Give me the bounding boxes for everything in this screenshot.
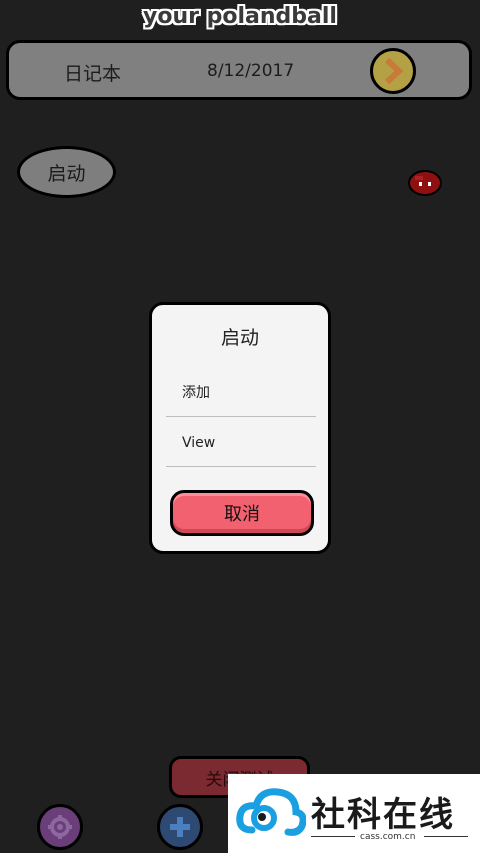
watermark-divider-right xyxy=(424,836,468,837)
date-display: 8/12/2017 xyxy=(207,61,295,81)
watermark-divider-left xyxy=(311,836,355,837)
watermark-domain: cass.com.cn xyxy=(360,832,416,842)
cloud-logo-icon xyxy=(236,788,306,836)
dialog-item-add[interactable]: 添加 xyxy=(166,369,316,417)
dialog-item-view[interactable]: View xyxy=(166,419,316,467)
gear-icon xyxy=(48,815,72,839)
chevron-right-icon xyxy=(384,57,404,85)
notebook-label: 日记本 xyxy=(64,63,122,85)
settings-button[interactable] xyxy=(37,804,83,850)
cancel-button[interactable]: 取消 xyxy=(170,490,314,536)
watermark: 社科在线 cass.com.cn xyxy=(228,774,480,853)
header-bar: 日记本 8/12/2017 xyxy=(6,40,472,100)
add-button[interactable] xyxy=(157,804,203,850)
start-button-label: 启动 xyxy=(47,162,86,185)
plus-icon xyxy=(170,817,190,837)
app-title: your polandball xyxy=(143,4,337,29)
cancel-button-label: 取消 xyxy=(224,504,260,525)
polandball-icon[interactable] xyxy=(407,168,443,196)
next-button[interactable] xyxy=(370,48,416,94)
watermark-brand: 社科在线 xyxy=(311,795,455,835)
start-button[interactable]: 启动 xyxy=(17,146,116,198)
dialog-title: 启动 xyxy=(220,327,259,349)
start-dialog: 启动 添加 View 取消 xyxy=(149,302,331,554)
